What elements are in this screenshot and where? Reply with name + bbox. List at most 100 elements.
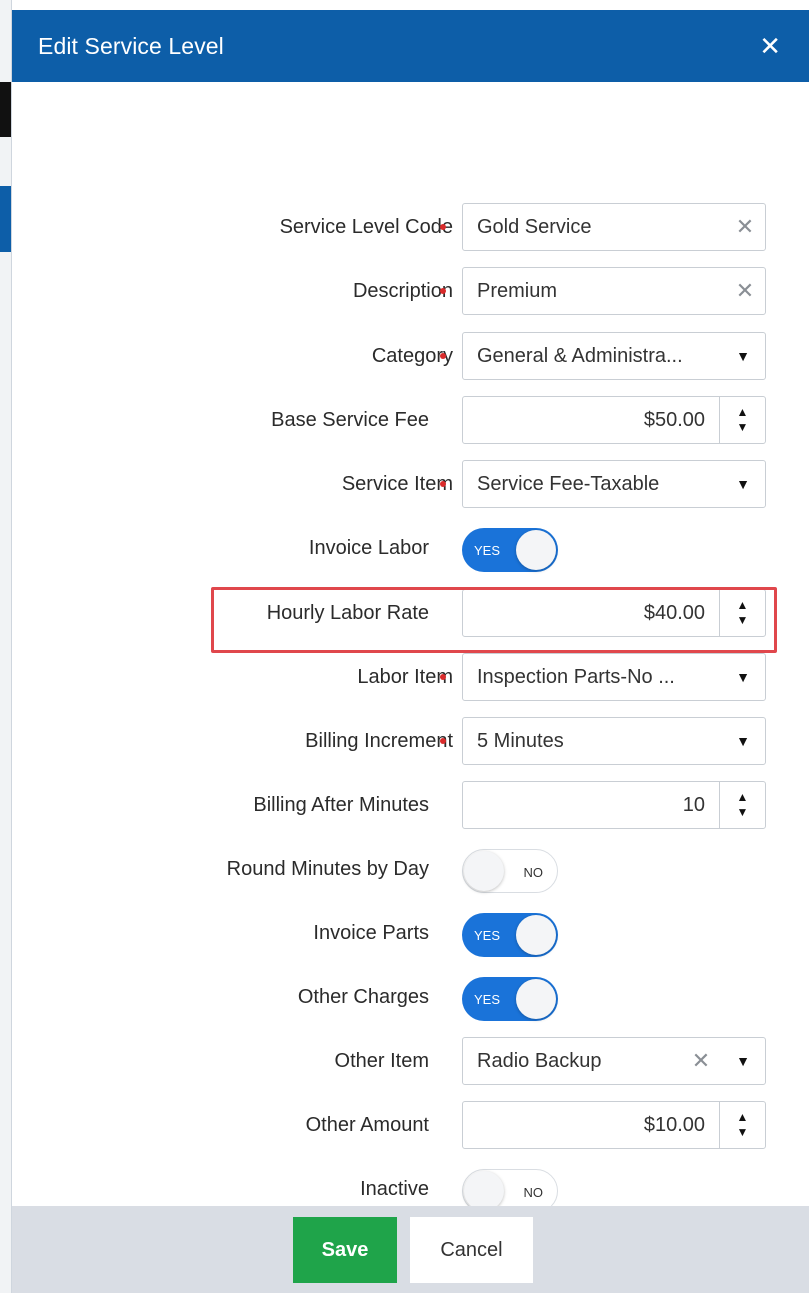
other-item-label: Other Item [334, 1049, 429, 1072]
round-minutes-by-day-label: Round Minutes by Day [226, 857, 429, 880]
row-invoice-parts: Invoice Parts YES [12, 909, 809, 957]
billing-after-minutes-value: 10 [682, 793, 705, 816]
category-value: General & Administra... [477, 344, 683, 367]
base-service-fee-value: $50.00 [643, 408, 705, 431]
labor-item-label: Labor Item [357, 665, 453, 688]
base-service-fee-input[interactable]: $50.00 ▲ ▼ [462, 396, 766, 444]
invoice-parts-label: Invoice Parts [313, 921, 429, 944]
spin-up-icon[interactable]: ▲ [737, 405, 749, 420]
row-category: Category General & Administra... ▼ [12, 332, 809, 380]
hourly-labor-rate-input[interactable]: $40.00 ▲ ▼ [462, 589, 766, 637]
other-amount-input[interactable]: $10.00 ▲ ▼ [462, 1101, 766, 1149]
row-other-charges: Other Charges YES [12, 973, 809, 1021]
spin-down-icon[interactable]: ▼ [737, 805, 749, 820]
spin-up-icon[interactable]: ▲ [737, 598, 749, 613]
row-description: Description Premium ✕ [12, 267, 809, 315]
chevron-down-icon[interactable]: ▼ [721, 669, 765, 685]
toggle-knob [516, 915, 556, 955]
background-strip [0, 82, 11, 137]
toggle-state-text: YES [474, 991, 501, 1007]
billing-after-minutes-input[interactable]: 10 ▲ ▼ [462, 781, 766, 829]
billing-increment-value: 5 Minutes [477, 729, 564, 752]
service-level-code-label: Service Level Code [279, 215, 453, 238]
clear-icon[interactable]: ✕ [725, 278, 765, 304]
chevron-down-icon[interactable]: ▼ [721, 476, 765, 492]
row-round-minutes-by-day: Round Minutes by Day NO [12, 845, 809, 893]
dialog-title: Edit Service Level [38, 32, 224, 59]
toggle-knob [464, 851, 504, 891]
row-other-item: Other Item Radio Backup ✕ ▼ [12, 1037, 809, 1085]
labor-item-select[interactable]: Inspection Parts-No ... ▼ [462, 653, 766, 701]
clear-icon[interactable]: ✕ [725, 214, 765, 240]
service-item-select[interactable]: Service Fee-Taxable ▼ [462, 460, 766, 508]
invoice-parts-toggle[interactable]: YES [462, 913, 558, 957]
billing-increment-select[interactable]: 5 Minutes ▼ [462, 717, 766, 765]
toggle-state-text: YES [474, 927, 501, 943]
service-item-value: Service Fee-Taxable [477, 472, 660, 495]
background-page-edge [0, 0, 12, 1293]
toggle-knob [464, 1171, 504, 1211]
spin-down-icon[interactable]: ▼ [737, 613, 749, 628]
service-level-code-input[interactable]: Gold Service ✕ [462, 203, 766, 251]
other-item-value: Radio Backup [477, 1049, 602, 1072]
dialog-titlebar: Edit Service Level ✕ [12, 10, 809, 82]
required-indicator [440, 738, 446, 744]
chevron-down-icon[interactable]: ▼ [721, 1053, 765, 1069]
required-indicator [440, 288, 446, 294]
other-charges-label: Other Charges [297, 985, 429, 1008]
other-item-select[interactable]: Radio Backup ✕ ▼ [462, 1037, 766, 1085]
spin-down-icon[interactable]: ▼ [737, 1125, 749, 1140]
billing-after-minutes-label: Billing After Minutes [253, 793, 429, 816]
cancel-button[interactable]: Cancel [410, 1217, 533, 1283]
invoice-labor-toggle[interactable]: YES [462, 528, 558, 572]
edit-service-level-dialog: Edit Service Level ✕ Service Level Code … [12, 10, 809, 1293]
number-spinner[interactable]: ▲ ▼ [719, 782, 765, 828]
clear-icon[interactable]: ✕ [681, 1048, 721, 1074]
toggle-knob [516, 979, 556, 1019]
row-labor-item: Labor Item Inspection Parts-No ... ▼ [12, 653, 809, 701]
description-input[interactable]: Premium ✕ [462, 267, 766, 315]
row-invoice-labor: Invoice Labor YES [12, 524, 809, 572]
service-item-label: Service Item [341, 472, 453, 495]
round-minutes-by-day-toggle[interactable]: NO [462, 849, 558, 893]
category-select[interactable]: General & Administra... ▼ [462, 332, 766, 380]
background-strip [0, 186, 11, 252]
other-amount-label: Other Amount [305, 1113, 429, 1136]
other-charges-toggle[interactable]: YES [462, 977, 558, 1021]
chevron-down-icon[interactable]: ▼ [721, 348, 765, 364]
spin-up-icon[interactable]: ▲ [737, 790, 749, 805]
labor-item-value: Inspection Parts-No ... [477, 665, 675, 688]
number-spinner[interactable]: ▲ ▼ [719, 1102, 765, 1148]
other-amount-value: $10.00 [643, 1113, 705, 1136]
toggle-state-text: YES [474, 542, 501, 558]
toggle-knob [516, 530, 556, 570]
required-indicator [440, 353, 446, 359]
required-indicator [440, 224, 446, 230]
description-label: Description [352, 279, 453, 302]
billing-increment-label: Billing Increment [305, 729, 453, 752]
save-button[interactable]: Save [293, 1217, 397, 1283]
spin-up-icon[interactable]: ▲ [737, 1110, 749, 1125]
spin-down-icon[interactable]: ▼ [737, 420, 749, 435]
hourly-labor-rate-label: Hourly Labor Rate [266, 601, 429, 624]
close-icon[interactable]: ✕ [759, 33, 781, 59]
row-billing-increment: Billing Increment 5 Minutes ▼ [12, 717, 809, 765]
row-base-service-fee: Base Service Fee $50.00 ▲ ▼ [12, 396, 809, 444]
row-service-level-code: Service Level Code Gold Service ✕ [12, 203, 809, 251]
dialog-footer: Save Cancel [12, 1206, 809, 1293]
row-billing-after-minutes: Billing After Minutes 10 ▲ ▼ [12, 781, 809, 829]
row-service-item: Service Item Service Fee-Taxable ▼ [12, 460, 809, 508]
required-indicator [440, 481, 446, 487]
number-spinner[interactable]: ▲ ▼ [719, 397, 765, 443]
service-level-code-value: Gold Service [477, 215, 592, 238]
number-spinner[interactable]: ▲ ▼ [719, 590, 765, 636]
description-value: Premium [477, 279, 558, 302]
required-indicator [440, 674, 446, 680]
row-other-amount: Other Amount $10.00 ▲ ▼ [12, 1101, 809, 1149]
base-service-fee-label: Base Service Fee [271, 408, 429, 431]
chevron-down-icon[interactable]: ▼ [721, 733, 765, 749]
hourly-labor-rate-value: $40.00 [643, 601, 705, 624]
invoice-labor-label: Invoice Labor [308, 536, 429, 559]
toggle-state-text: NO [523, 864, 544, 880]
row-hourly-labor-rate: Hourly Labor Rate $40.00 ▲ ▼ [12, 589, 809, 637]
